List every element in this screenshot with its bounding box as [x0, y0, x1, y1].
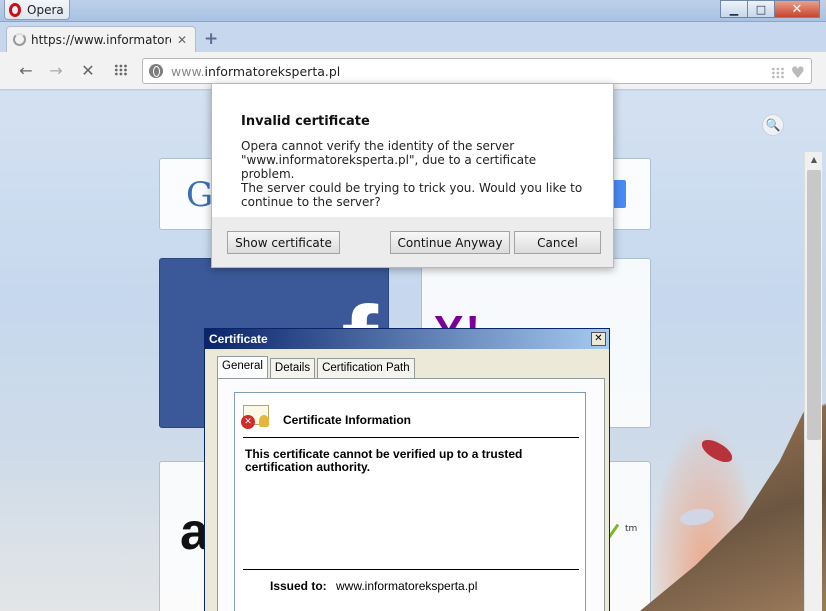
certificate-warning: This certificate cannot be verified up t… [245, 447, 523, 474]
tab-strip: https://www.informatoreksperta.pl ✕ + [0, 22, 826, 52]
continue-anyway-button[interactable]: Continue Anyway [390, 231, 510, 254]
opera-menu-button[interactable]: Opera [4, 0, 70, 20]
certificate-general-panel: ✕ Certificate Information This certifica… [217, 378, 605, 611]
divider [243, 437, 579, 438]
opera-logo-icon [9, 2, 21, 17]
window-titlebar: Opera ▁ □ ✕ [0, 0, 826, 22]
certificate-error-icon: ✕ [241, 403, 273, 431]
forward-button[interactable]: → [46, 61, 66, 81]
scroll-thumb[interactable] [807, 170, 821, 440]
new-tab-button[interactable]: + [204, 29, 218, 49]
loading-spinner-icon [13, 33, 26, 46]
certificate-info-box: ✕ Certificate Information This certifica… [234, 392, 586, 611]
maximize-button[interactable]: □ [747, 0, 775, 18]
certificate-close-button[interactable]: ✕ [591, 332, 606, 346]
page-scrollbar[interactable]: ▲ [804, 152, 822, 611]
globe-icon[interactable] [149, 64, 163, 78]
search-icon[interactable]: 🔍 [762, 114, 784, 136]
certificate-info-title: Certificate Information [283, 413, 412, 427]
add-speed-dial-icon[interactable] [770, 66, 785, 79]
tab-certification-path[interactable]: Certification Path [317, 358, 415, 378]
popup-footer: Show certificate Continue Anyway Cancel [212, 217, 613, 267]
invalid-certificate-popup: Invalid certificate Opera cannot verify … [211, 83, 614, 268]
certificate-dialog-titlebar: Certificate [205, 329, 609, 349]
address-bar[interactable]: www.informatoreksperta.pl ♥ [142, 58, 812, 84]
speed-dial-grid-icon[interactable] [114, 64, 128, 76]
heart-icon[interactable]: ♥ [791, 63, 805, 82]
issued-to-label: Issued to: [270, 579, 327, 593]
scroll-up-icon[interactable]: ▲ [805, 152, 823, 168]
tab-details[interactable]: Details [269, 358, 316, 378]
minimize-button[interactable]: ▁ [720, 0, 748, 18]
back-button[interactable]: ← [16, 61, 36, 81]
app-title: Opera [27, 2, 64, 17]
close-window-button[interactable]: ✕ [774, 0, 820, 18]
tab-title: https://www.informatoreksperta.pl [31, 32, 171, 47]
show-certificate-button[interactable]: Show certificate [227, 231, 340, 254]
issued-to-value: www.informatoreksperta.pl [336, 579, 478, 593]
popup-message: Opera cannot verify the identity of the … [241, 139, 583, 209]
certificate-dialog: Certificate ✕ General Details Certificat… [204, 328, 610, 611]
certificate-dialog-title: Certificate [209, 332, 268, 346]
tab-close-icon[interactable]: ✕ [177, 33, 187, 47]
stop-button[interactable]: ✕ [78, 61, 98, 81]
address-url[interactable]: www.informatoreksperta.pl [171, 64, 340, 79]
divider [243, 569, 579, 570]
popup-title: Invalid certificate [241, 114, 370, 129]
tab-general[interactable]: General [217, 356, 268, 378]
tab-current[interactable]: https://www.informatoreksperta.pl ✕ [6, 26, 196, 52]
cancel-button[interactable]: Cancel [514, 231, 601, 254]
